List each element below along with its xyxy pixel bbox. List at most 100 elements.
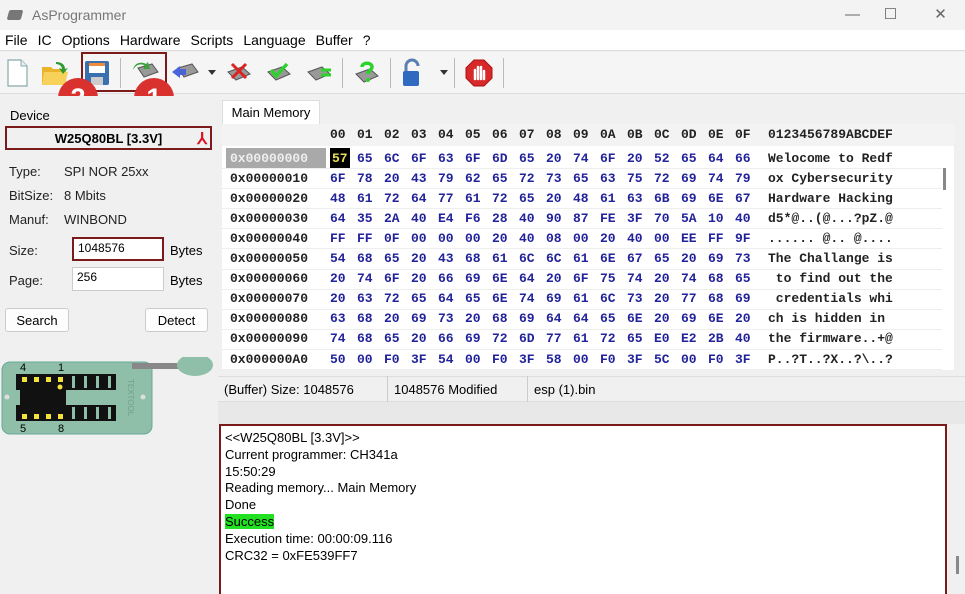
hex-byte[interactable]: 2A [384,208,400,228]
hex-byte[interactable]: 74 [627,269,643,289]
hex-byte[interactable]: 77 [546,329,562,349]
hex-byte[interactable]: 3F [519,349,535,369]
hex-byte[interactable]: 65 [384,329,400,349]
hex-byte[interactable]: 72 [492,329,508,349]
hex-byte[interactable]: 08 [546,228,562,248]
hex-byte[interactable]: 79 [735,168,751,188]
hex-byte[interactable]: 63 [438,148,454,168]
hex-byte[interactable]: 64 [708,148,724,168]
hex-byte[interactable]: 87 [573,208,589,228]
hex-byte[interactable]: 67 [735,188,751,208]
ascii-text[interactable]: ch is hidden in [768,309,948,329]
hex-byte[interactable]: 20 [384,309,400,329]
hex-byte[interactable]: 40 [519,228,535,248]
hex-byte[interactable]: 20 [654,309,670,329]
hex-byte[interactable]: FF [330,228,346,248]
hex-byte[interactable]: FF [357,228,373,248]
hex-byte[interactable]: EE [681,228,697,248]
hex-scrollbar[interactable] [943,168,946,190]
hex-byte[interactable]: 6E [600,249,616,269]
size-input[interactable]: 1048576 [72,237,164,261]
hex-byte[interactable]: 78 [357,168,373,188]
hex-byte[interactable]: FE [600,208,616,228]
hex-byte[interactable]: 20 [384,168,400,188]
hex-byte[interactable]: 69 [411,309,427,329]
hex-byte[interactable]: 68 [708,269,724,289]
hex-byte[interactable]: 64 [573,309,589,329]
hex-byte[interactable]: 69 [519,309,535,329]
hex-byte[interactable]: 00 [654,228,670,248]
hex-byte[interactable]: 20 [546,148,562,168]
hex-byte[interactable]: 63 [627,188,643,208]
hex-byte[interactable]: 6F [384,269,400,289]
hex-byte[interactable]: 72 [600,329,616,349]
hex-byte[interactable]: 66 [438,269,454,289]
hex-byte[interactable]: 65 [384,249,400,269]
hex-byte[interactable]: 65 [600,309,616,329]
hex-byte[interactable]: 00 [357,349,373,369]
hex-byte[interactable]: 73 [546,168,562,188]
ascii-text[interactable]: P..?T..?X..?\..? [768,349,948,369]
hex-byte[interactable]: 00 [681,349,697,369]
row-address[interactable]: 0x00000050 [226,249,326,269]
device-name-box[interactable]: W25Q80BL [3.3V] ⅄ [5,126,212,150]
menu-scripts[interactable]: Scripts [186,32,239,48]
hex-byte[interactable]: 90 [546,208,562,228]
menu-options[interactable]: Options [57,32,115,48]
hex-byte[interactable]: 65 [681,148,697,168]
search-button[interactable]: Search [5,308,69,332]
erase-chip-button[interactable] [222,56,256,90]
hex-byte[interactable]: 6F [330,168,346,188]
hex-byte[interactable]: 6D [492,148,508,168]
hex-byte[interactable]: 74 [330,329,346,349]
hex-byte[interactable]: 2B [708,329,724,349]
hex-byte[interactable]: 64 [411,188,427,208]
row-address[interactable]: 0x00000040 [226,228,326,248]
hex-byte[interactable]: 6E [708,309,724,329]
close-button[interactable]: ✕ [918,0,963,28]
hex-byte[interactable]: 00 [573,228,589,248]
hex-byte[interactable]: F0 [492,349,508,369]
hex-byte[interactable]: 20 [600,228,616,248]
hex-byte[interactable]: 6D [519,329,535,349]
hex-byte[interactable]: 6E [627,309,643,329]
hex-byte[interactable]: 63 [600,168,616,188]
hex-byte[interactable]: 65 [519,148,535,168]
hex-byte[interactable]: 69 [465,329,481,349]
hex-byte[interactable]: 00 [438,228,454,248]
hex-byte[interactable]: 54 [330,249,346,269]
hex-byte[interactable]: 20 [330,289,346,309]
verify-chip-button[interactable] [262,56,296,90]
hex-byte[interactable]: F0 [708,349,724,369]
hex-byte[interactable]: 20 [492,228,508,248]
hex-byte[interactable]: 72 [492,188,508,208]
panel-splitter[interactable] [218,402,965,424]
hex-byte[interactable]: 5A [681,208,697,228]
pdf-datasheet-icon[interactable]: ⅄ [197,129,207,149]
menu-file[interactable]: File [0,32,33,48]
hex-byte[interactable]: 20 [546,188,562,208]
hex-byte[interactable]: 63 [357,289,373,309]
compare-chip-button[interactable] [302,56,336,90]
hex-byte[interactable]: 74 [519,289,535,309]
hex-byte[interactable]: 65 [573,168,589,188]
maximize-button[interactable]: ☐ [868,0,913,28]
hex-byte[interactable]: 63 [330,309,346,329]
hex-byte[interactable]: 69 [681,309,697,329]
hex-byte[interactable]: 69 [546,289,562,309]
hex-byte[interactable]: 70 [654,208,670,228]
hex-byte[interactable]: 3F [627,349,643,369]
hex-byte[interactable]: 43 [438,249,454,269]
row-address[interactable]: 0x00000010 [226,168,326,188]
hex-byte[interactable]: 6E [708,188,724,208]
stop-button[interactable] [462,56,496,90]
row-address[interactable]: 0x00000060 [226,269,326,289]
hex-byte[interactable]: 72 [654,168,670,188]
hex-byte[interactable]: 61 [357,188,373,208]
hex-byte[interactable]: 20 [627,148,643,168]
ascii-text[interactable]: The Challange is [768,249,948,269]
menu-language[interactable]: Language [238,32,310,48]
hex-byte[interactable]: 61 [573,329,589,349]
hex-editor[interactable]: 00 01 02 03 04 05 06 07 08 09 0A 0B 0C 0D 0E 0F 01234567… [222,124,954,370]
hex-byte[interactable]: 00 [573,349,589,369]
